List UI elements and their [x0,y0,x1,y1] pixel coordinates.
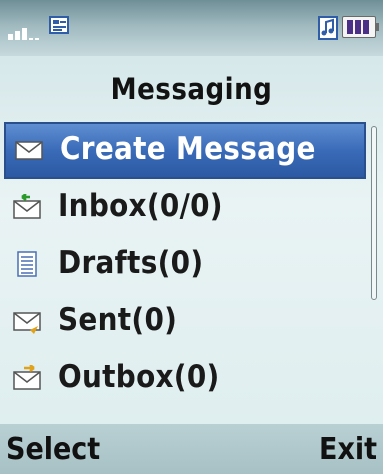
phone-screen: Messaging Create Message Inbox(0/0) Draf… [0,0,383,474]
signal-strength-icon [8,24,44,40]
scrollbar[interactable] [371,126,377,300]
menu-item-label: Inbox(0/0) [58,188,223,224]
menu-item-drafts[interactable]: Drafts(0) [4,236,366,293]
outbox-icon [13,365,41,390]
menu-list: Create Message Inbox(0/0) Drafts(0) Sent… [4,122,366,407]
softkey-bar: Select Exit [0,424,383,474]
menu-item-create-message[interactable]: Create Message [4,122,366,179]
exit-softkey[interactable]: Exit [319,432,377,467]
message-status-icon [49,16,69,34]
menu-item-label: Outbox(0) [58,359,220,395]
menu-item-label: Sent(0) [58,302,178,338]
select-softkey[interactable]: Select [6,432,100,467]
sent-icon [13,312,41,334]
drafts-icon [17,251,37,277]
inbox-icon [13,194,41,219]
menu-item-label: Drafts(0) [58,245,204,281]
menu-item-inbox[interactable]: Inbox(0/0) [4,179,366,236]
main-area: Messaging Create Message Inbox(0/0) Draf… [0,56,383,424]
menu-item-outbox[interactable]: Outbox(0) [4,350,366,407]
menu-item-label: Create Message [60,131,316,167]
envelope-icon [15,141,43,160]
page-title: Messaging [110,72,273,106]
status-bar [0,0,383,56]
battery-icon [342,16,379,38]
menu-item-sent[interactable]: Sent(0) [4,293,366,350]
music-note-icon [318,16,338,40]
